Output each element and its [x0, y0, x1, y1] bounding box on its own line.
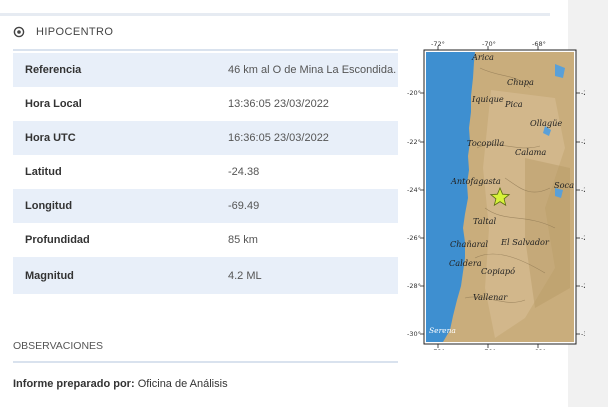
place-label: Antofagasta — [450, 176, 501, 186]
lat-tick-label: -30° — [407, 330, 421, 338]
row-value: 16:36:05 23/03/2022 — [228, 121, 398, 155]
table-row: Referencia 46 km al O de Mina La Escondi… — [13, 53, 398, 87]
place-label: Pica — [504, 99, 523, 109]
report-line: Informe preparado por: Oficina de Anális… — [13, 378, 228, 390]
lat-tick-label: -26° — [581, 234, 585, 242]
place-label: Tocopilla — [467, 138, 504, 148]
table-row: Hora UTC 16:36:05 23/03/2022 — [13, 121, 398, 155]
top-divider — [0, 13, 550, 16]
row-label: Hora UTC — [13, 121, 228, 155]
row-value: 85 km — [228, 234, 258, 246]
place-label: Arica — [471, 52, 494, 62]
lon-tick-label: -70° — [482, 348, 496, 350]
place-label: Vallenar — [473, 292, 508, 302]
place-label: Serena — [429, 326, 456, 335]
row-value: -69.49 — [228, 189, 398, 223]
place-label: El Salvador — [500, 237, 550, 247]
report-label: Informe preparado por: — [13, 378, 135, 390]
row-label: Magnitud — [13, 257, 228, 294]
lat-tick-label: -20° — [581, 89, 585, 97]
row-label: Referencia — [13, 53, 228, 87]
hypocenter-table: Referencia 46 km al O de Mina La Escondi… — [13, 53, 398, 294]
lat-tick-label: -24° — [581, 186, 585, 194]
lon-tick-label: -70° — [482, 40, 496, 48]
hipocentro-header: HIPOCENTRO — [13, 26, 113, 38]
table-row: Longitud -69.49 — [13, 189, 398, 223]
epicenter-map[interactable]: -72° -70° -68° -72° -70° -68° -20° -22° … — [405, 38, 585, 350]
place-label: Caldera — [449, 258, 482, 268]
header-divider — [13, 49, 398, 51]
lat-tick-label: -22° — [581, 138, 585, 146]
lon-tick-label: -72° — [431, 40, 445, 48]
lon-tick-label: -68° — [532, 348, 546, 350]
table-row: Profundidad 85 km — [13, 223, 398, 257]
lat-tick-label: -30° — [581, 330, 585, 338]
report-value: Oficina de Análisis — [137, 378, 228, 390]
section-title: HIPOCENTRO — [36, 26, 114, 38]
row-label: Latitud — [25, 166, 62, 178]
table-row: Magnitud 4.2 ML — [13, 257, 398, 294]
row-label: Longitud — [13, 189, 228, 223]
place-label: Taltal — [473, 216, 496, 226]
lat-tick-label: -28° — [407, 282, 421, 290]
target-icon — [13, 26, 25, 38]
place-label: Ollagüe — [530, 118, 562, 128]
observations-title: OBSERVACIONES — [13, 340, 104, 352]
row-value: -24.38 — [228, 166, 260, 178]
lat-tick-label: -22° — [407, 138, 421, 146]
observations-divider — [13, 361, 398, 363]
lat-tick-label: -24° — [407, 186, 421, 194]
lat-tick-label: -20° — [407, 89, 421, 97]
row-value: 13:36:05 23/03/2022 — [228, 98, 329, 110]
row-value: 4.2 ML — [228, 257, 398, 294]
place-label: Chañaral — [450, 239, 488, 249]
lat-tick-label: -26° — [407, 234, 421, 242]
row-label: Hora Local — [25, 98, 82, 110]
table-row: Latitud -24.38 — [13, 155, 398, 189]
lat-tick-label: -28° — [581, 282, 585, 290]
place-label: Calama — [515, 147, 546, 157]
place-label: Chupa — [507, 77, 534, 87]
lon-tick-label: -68° — [532, 40, 546, 48]
place-label: Iquique — [471, 94, 504, 104]
place-label: Copiapó — [481, 266, 515, 276]
lon-tick-label: -72° — [431, 348, 445, 350]
row-label: Profundidad — [25, 234, 90, 246]
row-value: 46 km al O de Mina La Escondida. — [228, 53, 398, 87]
table-row: Hora Local 13:36:05 23/03/2022 — [13, 87, 398, 121]
place-label: Soca — [554, 180, 574, 190]
